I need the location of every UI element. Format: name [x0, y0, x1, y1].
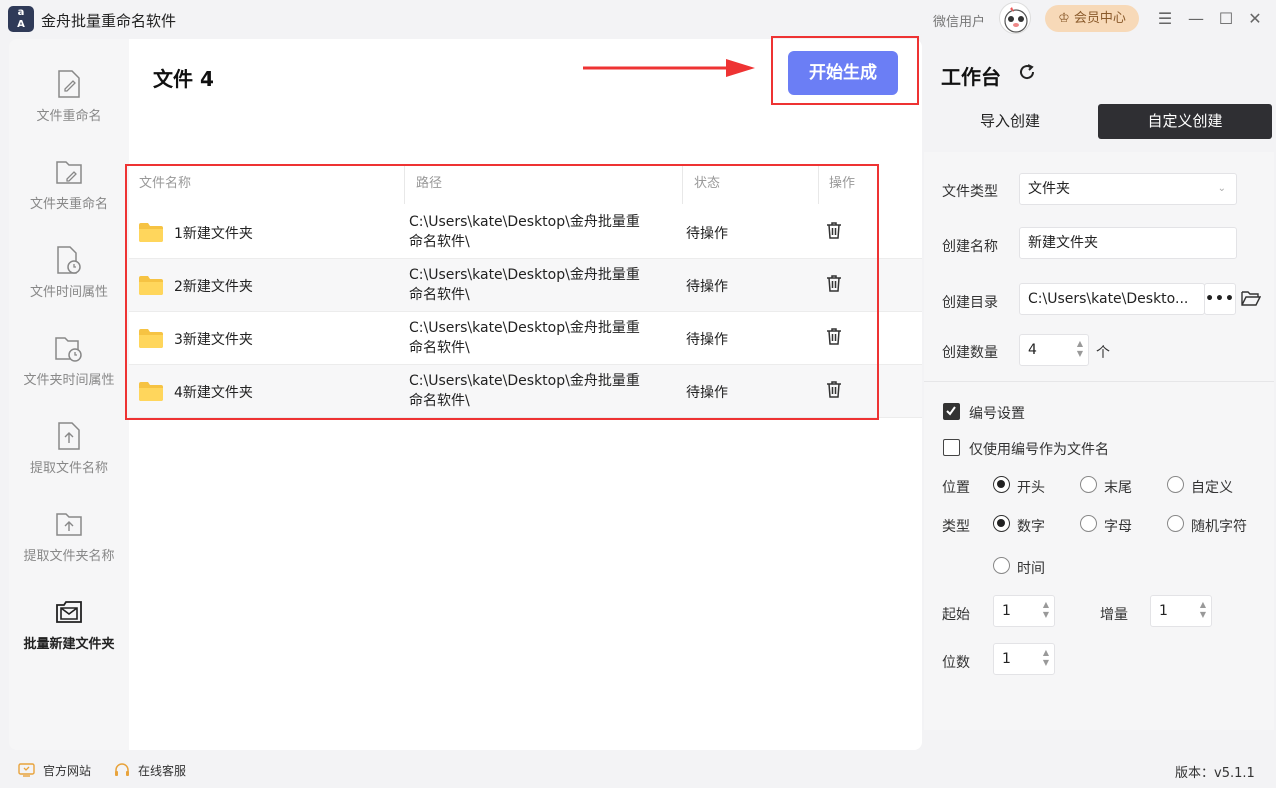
sidebar: 文件重命名 文件夹重命名 文件时间属性 文件夹时间属性 提取文件名称 提取文件夹… [9, 39, 129, 750]
create-count-input[interactable]: 4 ▲ ▼ [1019, 334, 1089, 366]
sidebar-item-label: 文件夹重命名 [29, 197, 108, 212]
type-label: 类型 [942, 519, 970, 535]
only-number-label: 仅使用编号作为文件名 [969, 442, 1109, 458]
folder-edit-icon [56, 161, 82, 184]
type-option-label: 数字 [1017, 519, 1045, 535]
only-number-checkbox[interactable] [943, 439, 960, 456]
tab-custom-create[interactable]: 自定义创建 [1098, 104, 1272, 139]
check-icon [946, 406, 956, 416]
custom-create-form: 文件类型 文件夹 ⌄ 创建名称 新建文件夹 创建目录 C:\Users\kate\… [924, 152, 1274, 730]
position-label: 位置 [942, 480, 970, 496]
sidebar-item-folder-rename[interactable]: 文件夹重命名 [9, 157, 129, 237]
stepper-icon[interactable]: ▲ ▼ [1077, 339, 1083, 359]
minimize-icon[interactable]: — [1186, 9, 1206, 29]
table-highlight-frame [125, 164, 879, 420]
create-name-input[interactable]: 新建文件夹 [1019, 227, 1237, 259]
numbering-checkbox[interactable] [943, 403, 960, 420]
file-type-label: 文件类型 [942, 184, 998, 200]
sidebar-item-file-rename[interactable]: 文件重命名 [9, 69, 129, 149]
position-radio-end[interactable] [1080, 476, 1097, 493]
button-highlight-frame [771, 36, 919, 105]
divider [924, 381, 1274, 382]
stepper-icon[interactable]: ▲ ▼ [1043, 648, 1049, 668]
avatar[interactable] [999, 2, 1031, 34]
folder-clock-icon [55, 337, 82, 362]
count-unit: 个 [1096, 345, 1110, 361]
page-title: 文件 4 [153, 67, 214, 91]
type-radio-number[interactable] [993, 515, 1010, 532]
digits-label: 位数 [942, 655, 970, 671]
crown-icon: ♔ [1058, 11, 1074, 26]
position-radio-start[interactable] [993, 476, 1010, 493]
menu-icon[interactable]: ☰ [1155, 9, 1175, 29]
file-edit-icon [58, 70, 80, 98]
sidebar-item-folder-time[interactable]: 文件夹时间属性 [9, 333, 129, 413]
sidebar-item-extract-folder[interactable]: 提取文件夹名称 [9, 509, 129, 589]
file-extract-icon [58, 422, 80, 450]
numbering-label: 编号设置 [969, 406, 1025, 422]
app-logo: aA [8, 6, 34, 32]
chevron-down-icon: ⌄ [1217, 183, 1226, 194]
tab-import-create[interactable]: 导入创建 [924, 104, 1096, 139]
sidebar-item-batch-new-folder[interactable]: 批量新建文件夹 [9, 597, 129, 677]
red-arrow-annotation [583, 59, 755, 77]
folder-extract-icon [56, 513, 82, 536]
digits-input[interactable]: 1 ▲ ▼ [993, 643, 1055, 675]
sidebar-item-label: 文件时间属性 [29, 285, 108, 300]
create-dir-input[interactable]: C:\Users\kate\Deskto... [1019, 283, 1205, 315]
workspace-panel: 工作台 导入创建 自定义创建 文件类型 文件夹 ⌄ 创建名称 新建文件夹 创建目录… [922, 39, 1276, 750]
website-link[interactable]: 官方网站 [43, 762, 91, 779]
browse-more-button[interactable]: ••• [1204, 283, 1236, 315]
main-panel: 文件 4 开始生成 文件名称 路径 状态 操作 1新建文件夹 C:\Users\… [125, 36, 922, 750]
position-radio-custom[interactable] [1167, 476, 1184, 493]
start-label: 起始 [942, 607, 970, 623]
workspace-title: 工作台 [941, 65, 1001, 89]
create-count-label: 创建数量 [942, 345, 998, 361]
position-option-label: 自定义 [1191, 480, 1233, 496]
sidebar-item-file-time[interactable]: 文件时间属性 [9, 245, 129, 325]
headset-icon [115, 763, 129, 776]
stepper-icon[interactable]: ▲ ▼ [1200, 600, 1206, 620]
type-radio-time[interactable] [993, 557, 1010, 574]
vip-center-button[interactable]: ♔ 会员中心 [1045, 5, 1139, 32]
create-name-label: 创建名称 [942, 239, 998, 255]
user-name[interactable]: 微信用户 [933, 11, 985, 30]
website-icon [18, 763, 35, 777]
folder-mail-icon [56, 601, 82, 623]
sidebar-item-label: 文件夹时间属性 [23, 373, 115, 388]
open-folder-icon[interactable] [1241, 290, 1261, 307]
support-link[interactable]: 在线客服 [138, 762, 186, 779]
refresh-icon[interactable] [1018, 63, 1036, 81]
type-option-label: 字母 [1104, 519, 1132, 535]
increment-label: 增量 [1100, 607, 1128, 623]
type-option-label: 随机字符 [1191, 519, 1247, 535]
start-input[interactable]: 1 ▲ ▼ [993, 595, 1055, 627]
type-radio-random[interactable] [1167, 515, 1184, 532]
maximize-icon[interactable]: ☐ [1216, 9, 1236, 29]
sidebar-item-extract-file[interactable]: 提取文件名称 [9, 421, 129, 501]
position-option-label: 开头 [1017, 480, 1045, 496]
version-text: 版本：v5.1.1 [1175, 766, 1255, 781]
position-option-label: 末尾 [1104, 480, 1132, 496]
increment-input[interactable]: 1 ▲ ▼ [1150, 595, 1212, 627]
type-option-label: 时间 [1017, 561, 1045, 577]
sidebar-item-label: 文件重命名 [36, 109, 102, 124]
file-clock-icon [57, 246, 81, 274]
sidebar-item-label: 提取文件名称 [29, 461, 108, 476]
type-radio-letter[interactable] [1080, 515, 1097, 532]
sidebar-item-label: 批量新建文件夹 [23, 637, 115, 652]
file-type-select[interactable]: 文件夹 ⌄ [1019, 173, 1237, 205]
app-title: 金舟批量重命名软件 [41, 12, 177, 30]
close-icon[interactable]: ✕ [1245, 9, 1265, 29]
sidebar-item-label: 提取文件夹名称 [23, 549, 115, 564]
create-dir-label: 创建目录 [942, 295, 998, 311]
stepper-icon[interactable]: ▲ ▼ [1043, 600, 1049, 620]
